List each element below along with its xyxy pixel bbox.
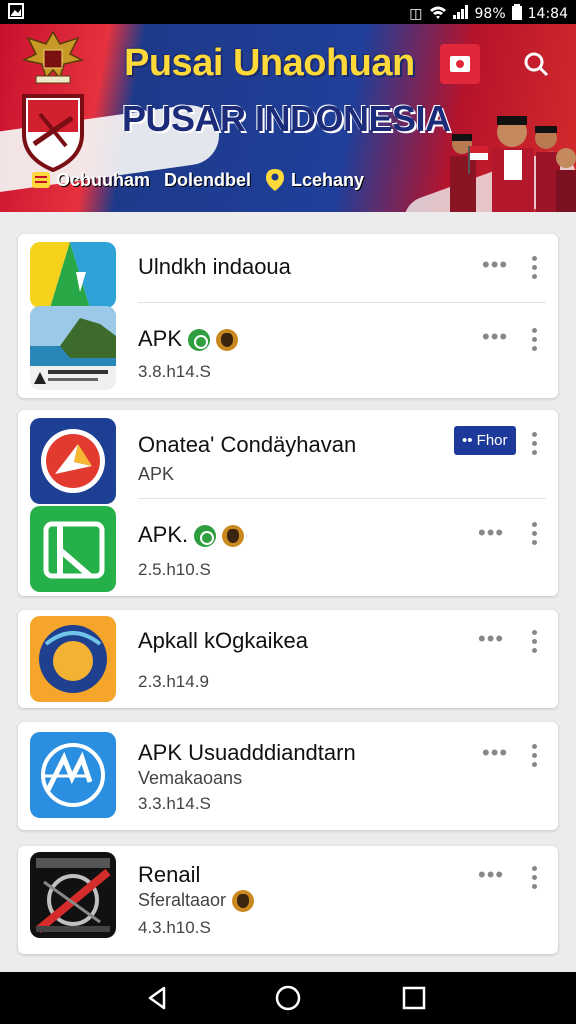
banner-nav: Ocbuuham Dolendbel Lcehany: [32, 168, 364, 192]
app-subtitle: Sferaltaaor: [138, 890, 255, 913]
app-meta: 3.3.h14.S: [138, 794, 211, 813]
app-subtitle: APK: [138, 464, 175, 484]
app-icon: [30, 852, 116, 938]
more-vertical-icon[interactable]: [532, 630, 538, 653]
record-button[interactable]: [440, 44, 480, 84]
recents-icon: [402, 986, 426, 1010]
home-icon: [275, 985, 301, 1011]
more-vertical-icon[interactable]: [532, 256, 538, 279]
home-button[interactable]: [274, 984, 302, 1012]
app-title: Apkall kOgkaikea: [138, 628, 308, 653]
app-title: Renail: [138, 862, 201, 887]
app-title: APK: [138, 326, 239, 352]
app-meta: 3.8.h14.S: [138, 362, 211, 381]
clock: 14:84: [527, 6, 568, 22]
app-icon: [30, 306, 116, 390]
shield-icon: [20, 92, 86, 173]
more-horizontal-icon[interactable]: •••: [482, 254, 508, 276]
back-button[interactable]: [144, 984, 172, 1012]
system-nav-bar: [0, 972, 576, 1024]
more-horizontal-icon[interactable]: •••: [478, 522, 504, 544]
recents-button[interactable]: [400, 984, 428, 1012]
app-title: APK.: [138, 522, 245, 548]
nav-item-label: Ocbuuham: [56, 169, 151, 190]
more-horizontal-icon[interactable]: •••: [478, 864, 504, 886]
app-icon: [30, 242, 116, 308]
people-illustration: [450, 110, 576, 212]
app-card[interactable]: Apkall kOgkaikea 2.3.h14.9 •••: [18, 610, 558, 708]
app-meta: 2.5.h10.S: [138, 560, 211, 579]
app-icon: [30, 732, 116, 818]
location-pin-icon: [266, 169, 285, 191]
app-card[interactable]: APK Usuadddiandtarn Vemakaoans 3.3.h14.S…: [18, 722, 558, 830]
more-vertical-icon[interactable]: [532, 522, 538, 545]
app-meta: 4.3.h10.S: [138, 918, 211, 937]
battery-level: 98%: [474, 6, 506, 22]
header-banner: Pusai Unaohuan PUSAR INDONESIA Ocbuuham …: [0, 24, 576, 212]
app-title: APK Usuadddiandtarn: [138, 740, 356, 765]
garuda-badge-icon: [222, 525, 245, 548]
wifi-icon: [429, 5, 447, 23]
nav-item-label: Lcehany: [291, 169, 365, 190]
app-icon: [30, 616, 116, 702]
more-vertical-icon[interactable]: [532, 328, 538, 351]
nav-item-label: Dolendbel: [164, 169, 252, 190]
app-group-card[interactable]: Ulndkh indaoua ••• APK 3.8.h14.S •••: [18, 234, 558, 398]
nav-item-menu[interactable]: Ocbuuham: [32, 170, 150, 191]
menu-icon: [32, 172, 50, 188]
battery-icon: [511, 4, 522, 24]
app-subtitle: Vemakaoans: [138, 768, 243, 788]
app-meta: 2.3.h14.9: [138, 672, 209, 691]
app-card[interactable]: Renail Sferaltaaor 4.3.h10.S •••: [18, 846, 558, 954]
more-vertical-icon[interactable]: [532, 744, 538, 767]
search-button[interactable]: [516, 44, 556, 84]
more-horizontal-icon[interactable]: •••: [482, 326, 508, 348]
nfc-icon: ◫: [409, 6, 423, 22]
more-horizontal-icon[interactable]: •••: [482, 742, 508, 764]
app-icon: [30, 506, 116, 592]
verified-icon: [188, 329, 211, 352]
back-icon: [148, 986, 166, 1010]
garuda-emblem-icon: [16, 26, 90, 86]
garuda-badge-icon: [216, 329, 239, 352]
more-vertical-icon[interactable]: [532, 432, 538, 455]
app-group-card[interactable]: Onatea' Condäyhavan APK •• Fhor APK. 2.5…: [18, 410, 558, 596]
app-chip-button[interactable]: •• Fhor: [454, 426, 516, 455]
nav-item-location[interactable]: Lcehany: [265, 168, 364, 192]
more-horizontal-icon[interactable]: •••: [478, 628, 504, 650]
verified-icon: [194, 525, 217, 548]
banner-subtitle: PUSAR INDONESIA: [122, 98, 451, 139]
gallery-notification-icon: [8, 3, 24, 22]
app-title: Ulndkh indaoua: [138, 254, 291, 279]
more-vertical-icon[interactable]: [532, 866, 538, 889]
record-icon: [450, 56, 470, 72]
app-title: Onatea' Condäyhavan: [138, 432, 357, 457]
garuda-badge-icon: [232, 890, 255, 913]
status-bar: ◫ 98% 14:84: [0, 0, 576, 24]
signal-icon: [452, 5, 469, 23]
app-icon: [30, 418, 116, 504]
search-icon: [524, 52, 549, 77]
banner-title: Pusai Unaohuan: [124, 42, 415, 84]
nav-item-download[interactable]: Dolendbel: [164, 170, 251, 191]
